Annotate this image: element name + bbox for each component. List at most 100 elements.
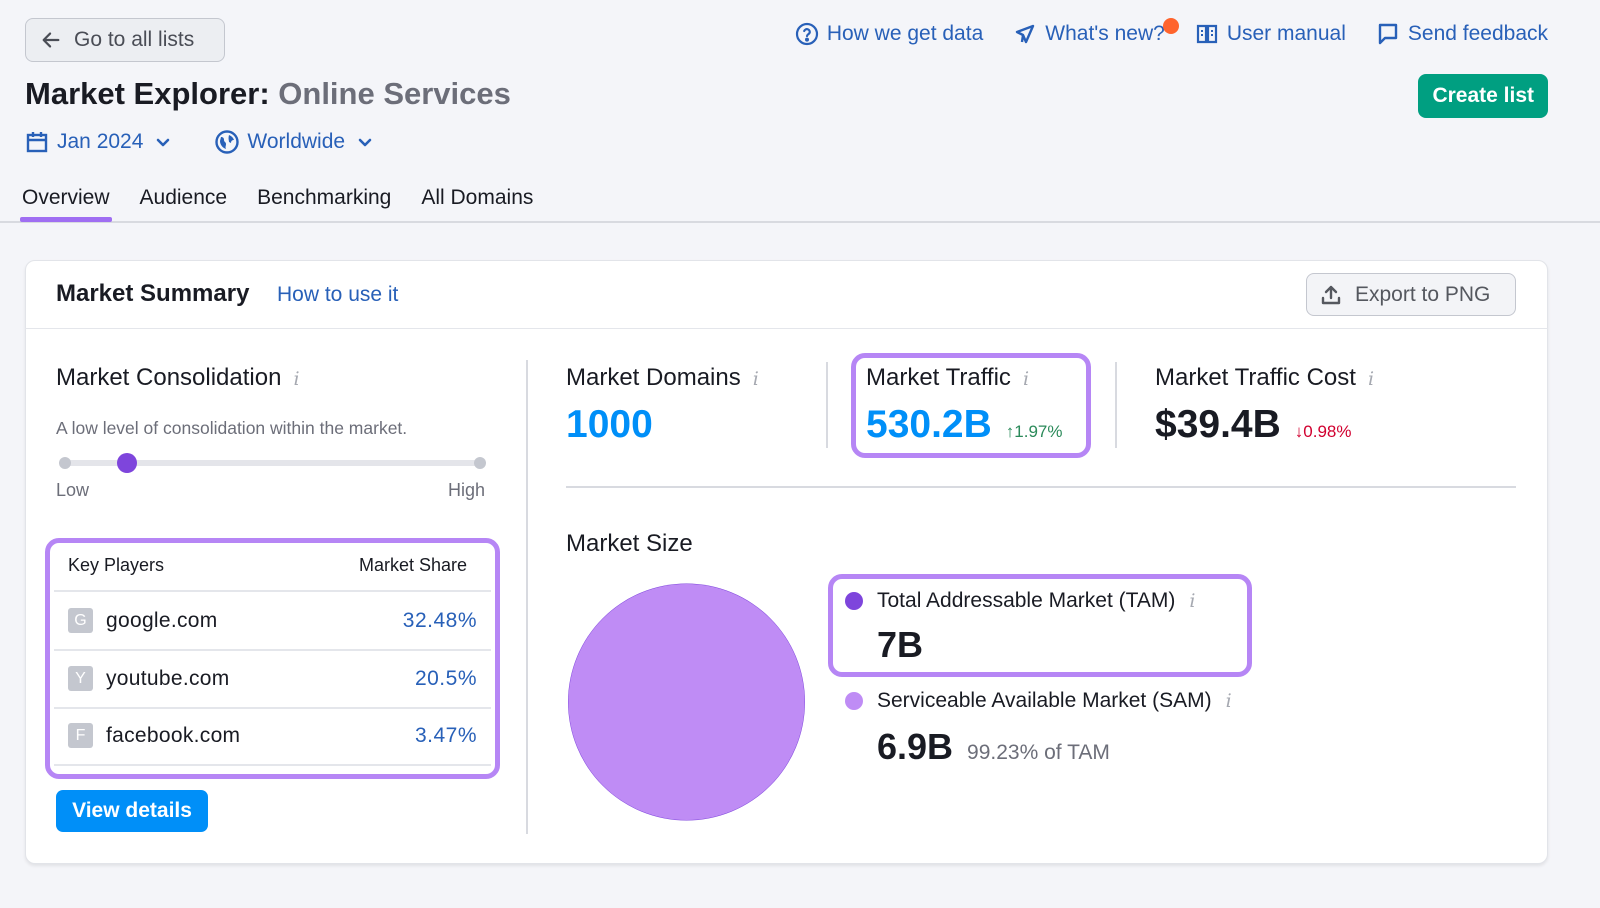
market-traffic-title: Market Traffic i <box>866 364 1029 392</box>
arrow-down-icon: ↓ <box>1294 422 1304 441</box>
info-icon[interactable]: i <box>1226 690 1232 712</box>
sam-legend: Serviceable Available Market (SAM) i <box>845 689 1232 713</box>
market-traffic-cost-value: $39.4B <box>1155 403 1281 446</box>
globe-icon <box>215 130 240 154</box>
market-traffic-value[interactable]: 530.2B <box>866 403 992 447</box>
market-traffic-cost-delta: ↓0.98% <box>1295 422 1352 442</box>
market-traffic-label: Market Traffic <box>866 364 1011 391</box>
market-traffic-cost-delta-value: 0.98% <box>1303 422 1352 441</box>
market-size-title: Market Size <box>566 530 693 557</box>
whats-new-label: What's new? <box>1045 22 1165 45</box>
market-share-value[interactable]: 20.5% <box>415 667 477 691</box>
megaphone-icon <box>1016 24 1035 44</box>
region-filter-dropdown[interactable]: Worldwide <box>215 130 373 154</box>
table-row: G google.com 32.48% <box>54 592 491 649</box>
domain-name: google.com <box>106 608 218 632</box>
upload-icon <box>1321 285 1341 304</box>
favicon-icon: G <box>68 608 93 633</box>
tab-all-domains[interactable]: All Domains <box>419 184 535 220</box>
favicon-icon: Y <box>68 666 93 691</box>
market-share-value[interactable]: 32.48% <box>403 609 477 633</box>
whats-new-link[interactable]: What's new? <box>1013 18 1180 46</box>
info-icon[interactable]: i <box>1023 368 1029 390</box>
sam-percent-of-tam: 99.23% of TAM <box>967 741 1110 764</box>
create-list-button[interactable]: Create list <box>1418 74 1548 118</box>
tabs-divider <box>0 221 1600 223</box>
market-traffic-cost-value-row: $39.4B ↓0.98% <box>1155 403 1351 447</box>
how-we-get-data-link[interactable]: How we get data <box>795 22 983 46</box>
book-icon <box>1196 24 1217 44</box>
notification-dot <box>1163 18 1180 34</box>
arrow-left-icon <box>42 32 60 48</box>
sam-value: 6.9B <box>877 726 954 767</box>
user-manual-link[interactable]: User manual <box>1195 22 1346 46</box>
market-traffic-cost-label: Market Traffic Cost <box>1155 364 1356 391</box>
question-circle-icon <box>795 22 818 46</box>
consolidation-scale-start <box>59 457 71 469</box>
how-we-get-data-label: How we get data <box>826 22 984 45</box>
top-links: How we get data What's new? User manual … <box>795 18 1548 46</box>
market-consolidation-title: Market Consolidation i <box>56 364 300 392</box>
metric-divider <box>826 362 828 448</box>
tab-overview[interactable]: Overview <box>20 184 112 222</box>
table-row: Y youtube.com 20.5% <box>54 650 491 707</box>
send-feedback-link[interactable]: Send feedback <box>1376 22 1548 46</box>
tam-value: 7B <box>877 624 924 665</box>
market-traffic-cost-title: Market Traffic Cost i <box>1155 364 1374 392</box>
market-consolidation-description: A low level of consolidation within the … <box>56 418 408 438</box>
tam-legend-dot <box>845 592 863 610</box>
market-domains-title: Market Domains i <box>566 364 759 392</box>
tam-legend: Total Addressable Market (TAM) i <box>845 589 1195 613</box>
market-domains-label: Market Domains <box>566 364 741 391</box>
key-players-header: Key Players <box>68 555 165 575</box>
sam-legend-dot <box>845 692 863 710</box>
domain-name: youtube.com <box>106 666 230 690</box>
calendar-icon <box>26 132 48 153</box>
table-divider <box>54 764 491 766</box>
market-share-header: Market Share <box>359 555 468 575</box>
tab-bar: Overview Audience Benchmarking All Domai… <box>20 184 535 222</box>
chevron-down-icon <box>358 138 372 147</box>
page-title: Market Explorer: Online Services <box>25 76 511 112</box>
market-traffic-delta: ↑1.97% <box>1006 422 1063 442</box>
tam-label: Total Addressable Market (TAM) <box>877 589 1176 612</box>
consolidation-high-label: High <box>448 480 486 500</box>
chevron-down-icon <box>157 138 170 147</box>
export-to-png-button[interactable]: Export to PNG <box>1306 273 1516 316</box>
view-details-button[interactable]: View details <box>56 790 208 832</box>
page-title-main: Market Explorer: <box>25 76 270 111</box>
export-to-png-label: Export to PNG <box>1355 282 1491 306</box>
metric-divider <box>1115 362 1117 448</box>
sam-value-row: 6.9B 99.23% of TAM <box>877 726 1110 768</box>
go-to-all-lists-label: Go to all lists <box>74 28 195 51</box>
chat-bubble-icon <box>1378 23 1398 45</box>
tab-benchmarking[interactable]: Benchmarking <box>255 184 393 220</box>
table-row: F facebook.com 3.47% <box>54 707 491 764</box>
card-header-divider <box>25 328 1548 329</box>
sam-circle <box>568 583 805 821</box>
info-icon[interactable]: i <box>1368 368 1374 390</box>
market-share-value[interactable]: 3.47% <box>415 724 477 748</box>
info-icon[interactable]: i <box>293 368 299 390</box>
date-filter-dropdown[interactable]: Jan 2024 <box>25 130 171 154</box>
how-to-use-it-link[interactable]: How to use it <box>277 283 398 307</box>
user-manual-label: User manual <box>1226 22 1346 45</box>
market-traffic-value-row: 530.2B ↑1.97% <box>866 403 1062 447</box>
market-consolidation-label: Market Consolidation <box>56 364 282 391</box>
market-summary-title: Market Summary <box>56 280 250 307</box>
metrics-divider <box>566 486 1516 488</box>
info-icon[interactable]: i <box>753 368 759 390</box>
market-domains-value[interactable]: 1000 <box>566 403 653 447</box>
region-filter-value: Worldwide <box>247 130 346 153</box>
market-traffic-delta-value: 1.97% <box>1014 422 1063 441</box>
tab-audience[interactable]: Audience <box>138 184 230 220</box>
market-size-pie <box>567 583 806 821</box>
info-icon[interactable]: i <box>1189 590 1195 612</box>
go-to-all-lists-button[interactable]: Go to all lists <box>25 18 225 62</box>
favicon-icon: F <box>68 723 93 748</box>
domain-name: facebook.com <box>106 723 241 747</box>
consolidation-low-label: Low <box>56 480 90 500</box>
filters: Jan 2024 Worldwide <box>25 130 373 154</box>
page-title-sub: Online Services <box>278 76 511 111</box>
send-feedback-label: Send feedback <box>1407 22 1548 45</box>
